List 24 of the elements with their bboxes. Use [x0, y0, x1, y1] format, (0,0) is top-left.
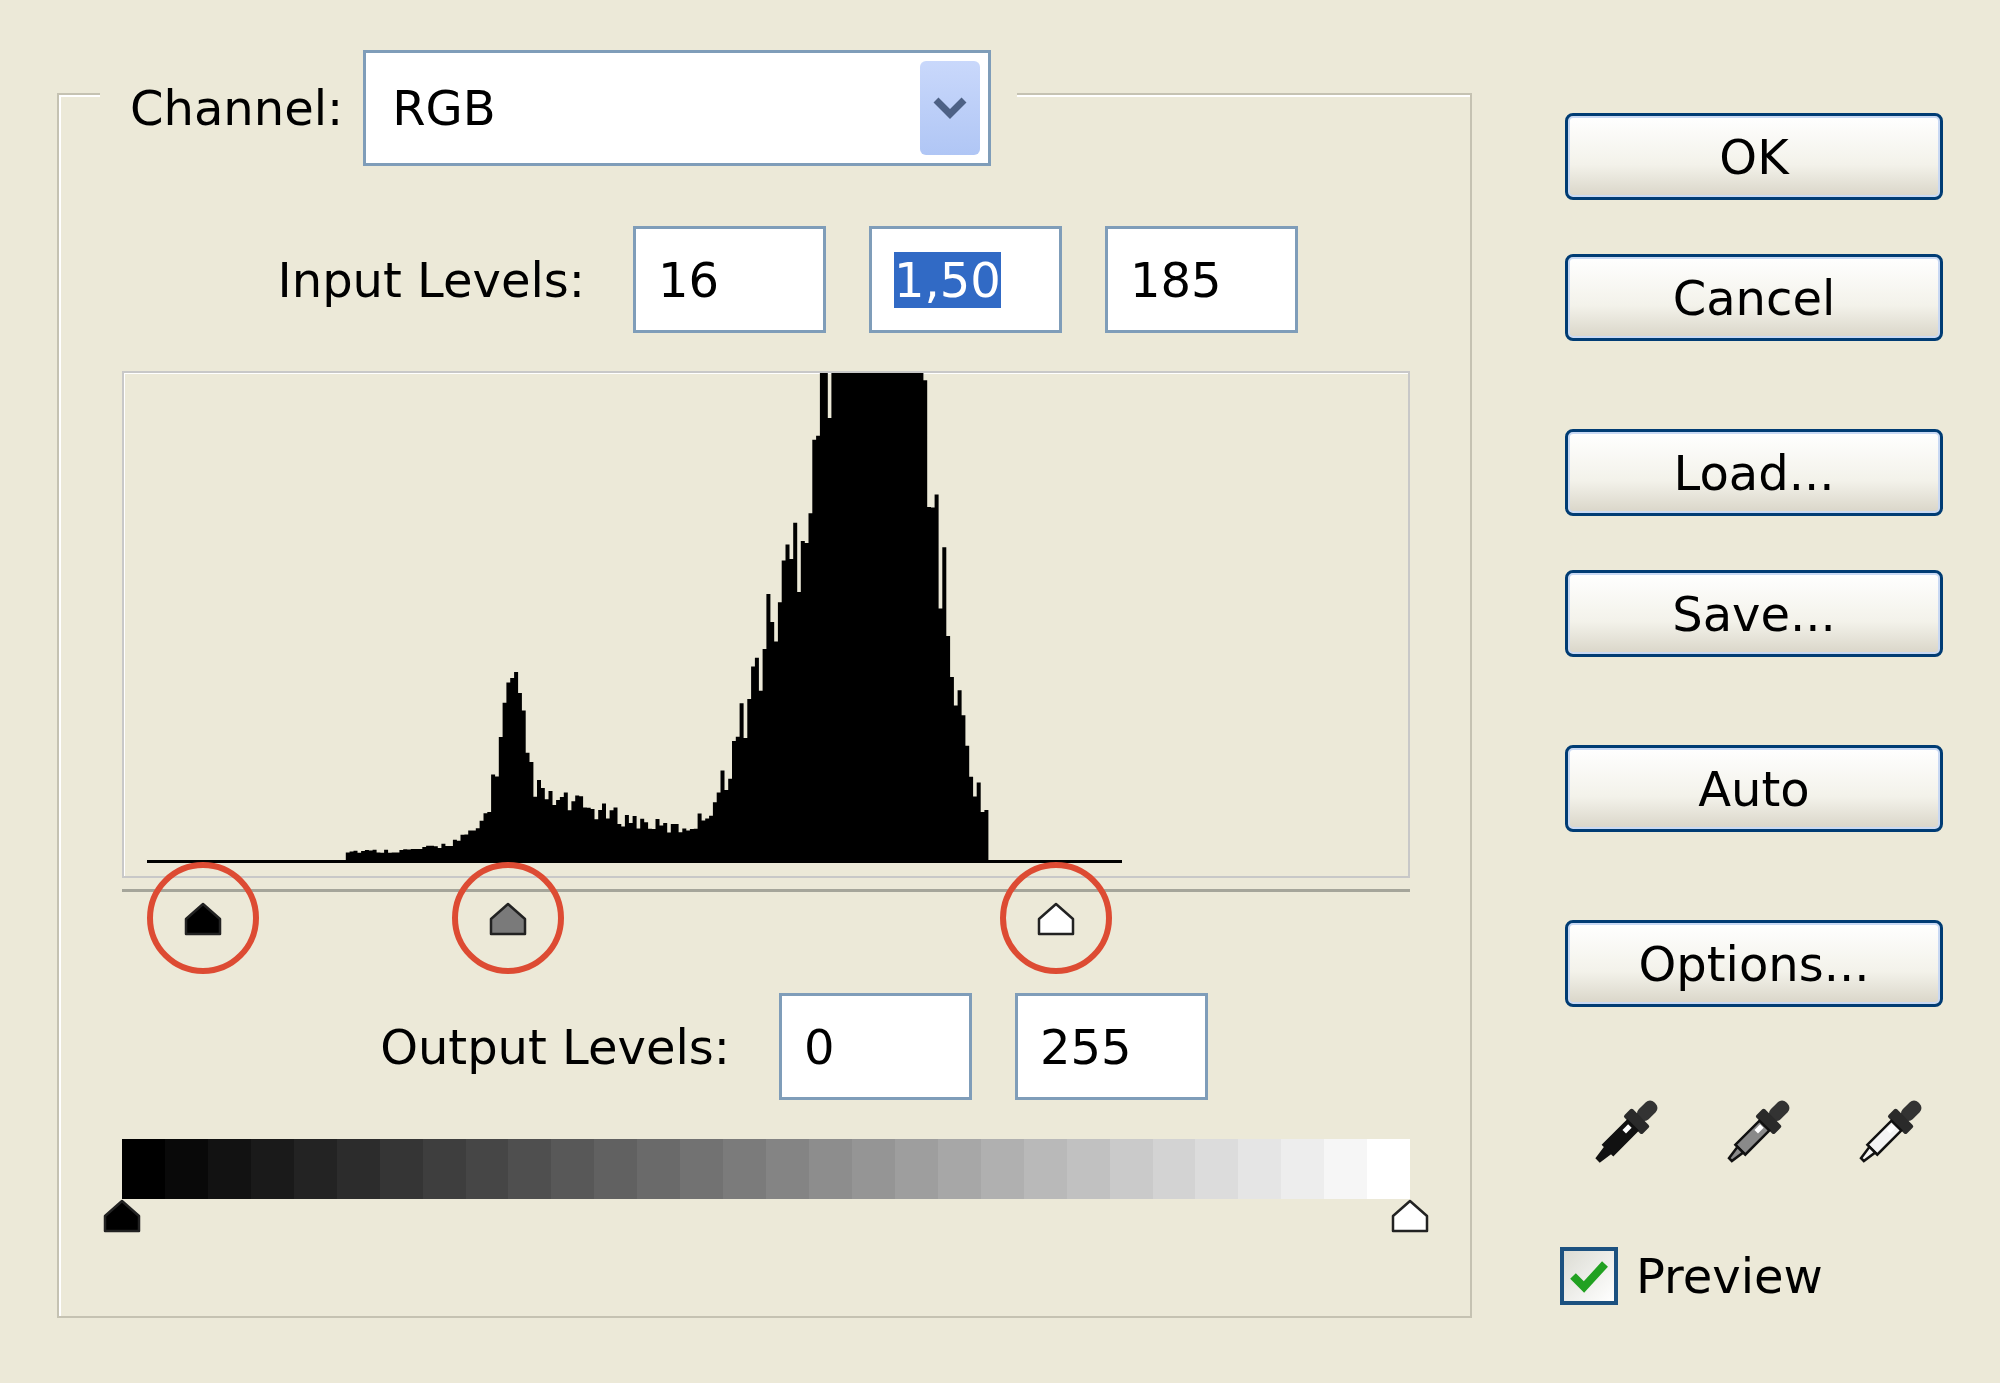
- dialog-button[interactable]: Save...: [1565, 570, 1943, 657]
- input-field[interactable]: 1,50: [869, 226, 1062, 333]
- dialog-button[interactable]: Load...: [1565, 429, 1943, 516]
- dialog-button[interactable]: Cancel: [1565, 254, 1943, 341]
- preview-label: Preview: [1636, 1248, 1823, 1304]
- input-field[interactable]: 0: [779, 993, 972, 1100]
- dialog-button[interactable]: Options...: [1565, 920, 1943, 1007]
- input-field[interactable]: 16: [633, 226, 826, 333]
- output-levels-label: Output Levels:: [379, 1018, 730, 1075]
- input-field[interactable]: 255: [1015, 993, 1208, 1100]
- input-levels-label: Input Levels:: [276, 251, 585, 308]
- slider-thumb[interactable]: [1390, 1199, 1430, 1233]
- slider-thumb[interactable]: [488, 902, 529, 936]
- slider-thumb[interactable]: [183, 902, 224, 936]
- dropdown-arrow-button[interactable]: [920, 61, 981, 155]
- channel-dropdown[interactable]: RGB: [363, 50, 992, 166]
- chevron-down-icon: [932, 96, 969, 120]
- preview-checkbox[interactable]: [1560, 1247, 1618, 1305]
- dialog-button[interactable]: Auto: [1565, 745, 1943, 832]
- channel-label: Channel:: [130, 80, 344, 136]
- dialog-button[interactable]: OK: [1565, 113, 1943, 200]
- slider-thumb[interactable]: [102, 1199, 142, 1233]
- slider-thumb[interactable]: [1035, 902, 1076, 936]
- input-field[interactable]: 185: [1105, 226, 1298, 333]
